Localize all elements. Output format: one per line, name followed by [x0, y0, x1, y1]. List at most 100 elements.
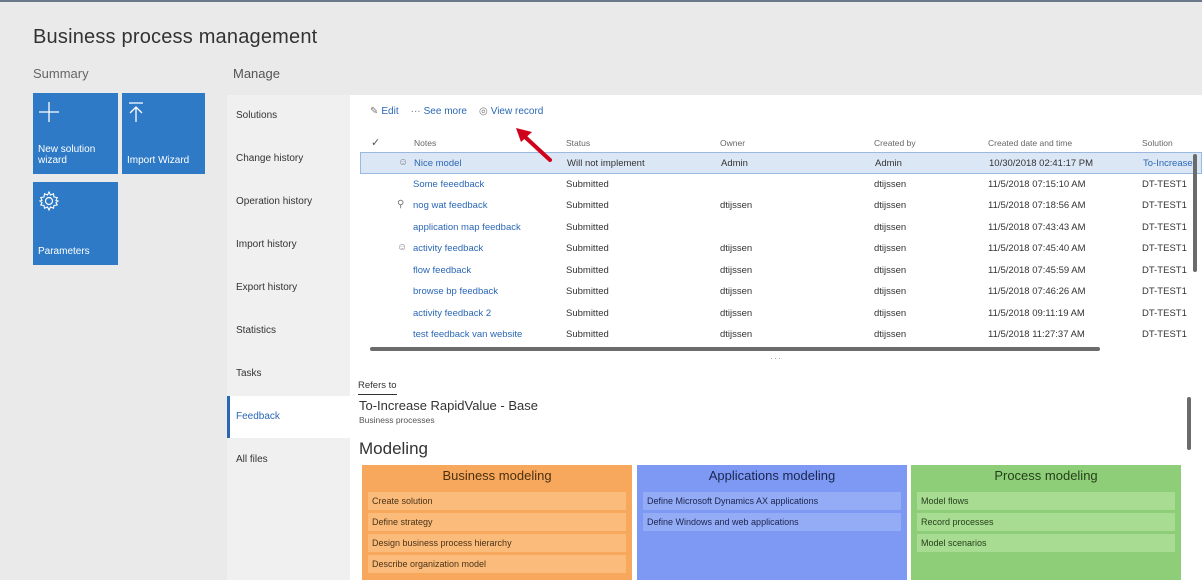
plus-icon: [38, 101, 60, 128]
col-header-created-date[interactable]: Created date and time: [988, 138, 1072, 148]
applications-modeling-header: Applications modeling: [708, 468, 836, 483]
smiley-icon: ☺: [398, 157, 409, 168]
col-header-solution[interactable]: Solution: [1142, 138, 1173, 148]
nav-item-operation-history[interactable]: Operation history: [227, 181, 350, 223]
cell-created-by: dtijssen: [874, 221, 907, 233]
cell-status: Submitted: [566, 200, 609, 211]
nav-item-export-history[interactable]: Export history: [227, 267, 350, 309]
nav-item-import-history[interactable]: Import history: [227, 224, 350, 266]
process-modeling-header: Process modeling: [994, 468, 1098, 483]
edit-button[interactable]: ✎ Edit: [370, 106, 399, 117]
col-header-created-by[interactable]: Created by: [874, 138, 916, 148]
new-solution-wizard-tile[interactable]: New solution wizard: [33, 93, 118, 174]
cell-notes[interactable]: nog wat feedback: [413, 200, 487, 211]
cell-owner: dtijssen: [720, 307, 753, 319]
tile-label: Parameters: [38, 246, 90, 257]
parameters-tile[interactable]: Parameters: [33, 182, 118, 265]
col-header-notes[interactable]: Notes: [414, 138, 436, 148]
cell-notes[interactable]: Some feeedback: [413, 179, 484, 190]
nav-item-tasks[interactable]: Tasks: [227, 353, 350, 395]
link-design-bp-hierarchy[interactable]: Design business process hierarchy: [368, 534, 626, 552]
manage-heading: Manage: [233, 66, 280, 81]
feedback-panel: ✎ Edit ··· See more ◎ View record ✓ Notes S…: [350, 95, 1202, 580]
table-row[interactable]: ⚲ nog wat feedback Submitted dtijssen dtijss…: [360, 195, 1202, 217]
cell-status: Will not implement: [567, 158, 645, 169]
nav-item-solutions[interactable]: Solutions: [227, 95, 350, 137]
cell-owner: dtijssen: [720, 329, 753, 340]
horizontal-scrollbar[interactable]: [370, 347, 1100, 351]
link-describe-org-model[interactable]: Describe organization model: [368, 555, 626, 573]
nav-item-feedback[interactable]: Feedback: [227, 396, 350, 438]
cell-notes[interactable]: Nice model: [414, 158, 462, 169]
link-define-web-applications[interactable]: Define Windows and web applications: [643, 513, 901, 531]
table-row[interactable]: ☺ activity feedback Submitted dtijssen dtijs…: [360, 238, 1202, 260]
grid-vertical-scrollbar[interactable]: [1193, 154, 1197, 272]
top-border: [0, 0, 1202, 2]
cell-created-by: dtijssen: [874, 243, 907, 254]
cell-notes[interactable]: test feedback van website: [413, 329, 522, 340]
view-record-label: View record: [490, 106, 544, 117]
more-rows-indicator: ···: [770, 353, 782, 363]
cell-solution: DT-TEST1: [1142, 200, 1187, 211]
select-all-check-icon[interactable]: ✓: [371, 136, 380, 149]
cell-solution: To-Increase: [1143, 158, 1193, 169]
tile-label: New solution wizard: [38, 144, 96, 166]
col-header-status[interactable]: Status: [566, 138, 590, 148]
table-row[interactable]: activity feedback 2 Submitted dtijssen dtij…: [360, 303, 1202, 325]
see-more-button[interactable]: ··· See more: [411, 106, 467, 117]
cell-notes[interactable]: activity feedback 2: [413, 308, 491, 319]
table-row[interactable]: flow feedback Submitted dtijssen dtijssen 11…: [360, 260, 1202, 282]
link-define-ax-applications[interactable]: Define Microsoft Dynamics AX application…: [643, 492, 901, 510]
cell-status: Submitted: [566, 243, 609, 254]
panel-vertical-scrollbar[interactable]: [1187, 397, 1191, 450]
cell-created-by: dtijssen: [874, 264, 907, 276]
cell-notes[interactable]: activity feedback: [413, 243, 483, 254]
cell-status: Submitted: [566, 221, 609, 233]
cell-created: 11/5/2018 07:43:43 AM: [988, 221, 1086, 233]
ellipsis-icon: ···: [410, 106, 421, 117]
col-header-owner[interactable]: Owner: [720, 138, 745, 148]
cell-status: Submitted: [566, 178, 609, 190]
cell-notes[interactable]: browse bp feedback: [413, 286, 498, 297]
link-model-flows[interactable]: Model flows: [917, 492, 1175, 510]
table-row[interactable]: application map feedback Submitted dtijsse…: [360, 217, 1202, 239]
cell-solution: DT-TEST1: [1142, 221, 1187, 233]
nav-item-change-history[interactable]: Change history: [227, 138, 350, 180]
lightbulb-icon: ⚲: [397, 199, 405, 210]
link-create-solution[interactable]: Create solution: [368, 492, 626, 510]
link-define-strategy[interactable]: Define strategy: [368, 513, 626, 531]
nav-item-statistics[interactable]: Statistics: [227, 310, 350, 352]
import-wizard-tile[interactable]: Import Wizard: [122, 93, 205, 174]
process-modeling-column: Process modeling Model flows Record proc…: [911, 465, 1181, 580]
cell-solution: DT-TEST1: [1142, 178, 1187, 190]
cell-solution: DT-TEST1: [1142, 286, 1187, 297]
cell-created: 11/5/2018 11:27:37 AM: [988, 329, 1085, 340]
refers-title: To-Increase RapidValue - Base: [359, 398, 538, 413]
view-record-button[interactable]: ◎ View record: [479, 106, 543, 117]
cell-created-by: dtijssen: [874, 307, 907, 319]
table-row[interactable]: ☺ Nice model Will not implement Admin Admin 1…: [360, 152, 1202, 174]
cell-notes[interactable]: flow feedback: [413, 265, 471, 276]
link-model-scenarios[interactable]: Model scenarios: [917, 534, 1175, 552]
business-modeling-column: Business modeling Create solution Define…: [362, 465, 632, 580]
table-row[interactable]: browse bp feedback Submitted dtijssen dtijs…: [360, 281, 1202, 303]
table-row[interactable]: test feedback van website Submitted dtijss…: [360, 324, 1202, 346]
cell-owner: dtijssen: [720, 200, 753, 211]
upload-icon: [127, 101, 145, 128]
summary-heading: Summary: [33, 66, 89, 81]
cell-created-by: dtijssen: [874, 178, 907, 190]
tab-refers-to[interactable]: Refers to: [358, 380, 397, 395]
cell-status: Submitted: [566, 286, 609, 297]
page-title: Business process management: [33, 26, 318, 48]
cell-created: 11/5/2018 07:18:56 AM: [988, 200, 1086, 211]
business-modeling-header: Business modeling: [442, 468, 552, 483]
cell-notes[interactable]: application map feedback: [413, 222, 521, 233]
cell-solution: DT-TEST1: [1142, 264, 1187, 276]
nav-item-all-files[interactable]: All files: [227, 439, 350, 481]
cell-created-by: dtijssen: [874, 286, 907, 297]
link-record-processes[interactable]: Record processes: [917, 513, 1175, 531]
applications-modeling-column: Applications modeling Define Microsoft D…: [637, 465, 907, 580]
table-row[interactable]: Some feeedback Submitted dtijssen 11/5/2018…: [360, 174, 1202, 196]
see-more-label: See more: [423, 106, 467, 117]
cell-created: 10/30/2018 02:41:17 PM: [989, 158, 1094, 169]
